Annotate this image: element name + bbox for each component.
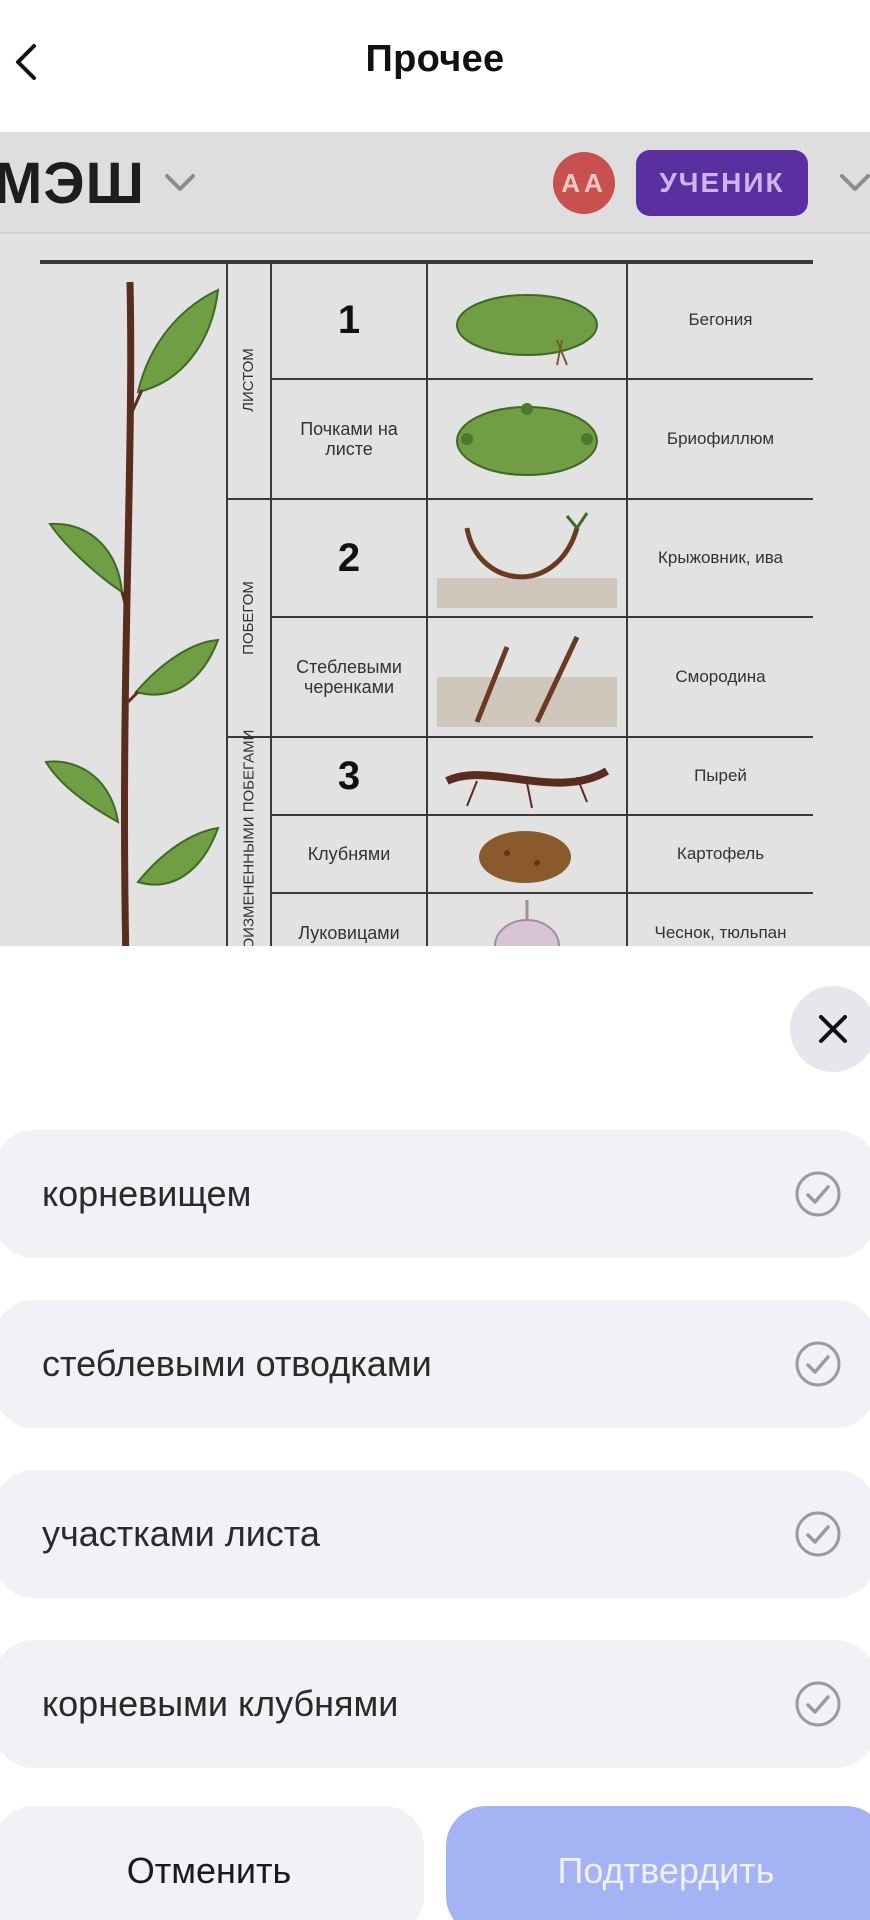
method-cell: Почками на листе [272,380,428,498]
table-row: 2 Крыжовник, ива [272,500,813,618]
brand-logo[interactable]: МЭШ [0,150,145,217]
stem-with-leaves-icon [44,281,220,946]
answer-option[interactable]: корневыми клубнями [0,1640,870,1768]
table-row: Почками на листе Бриофиллюм [272,380,813,498]
answer-option[interactable]: участками листа [0,1470,870,1598]
option-label: стеблевыми отводками [42,1343,432,1384]
plant-cell: Бриофиллюм [666,429,775,448]
chevron-down-icon[interactable] [163,172,197,194]
plant-cell: Чеснок, тюльпан [654,923,787,942]
avatar[interactable]: АА [553,152,615,214]
table-row: 1 Бегония [272,262,813,380]
method-cell: Клубнями [272,816,428,892]
method-cell: 3 [272,738,428,814]
method-cell: Стеблевыми черенками [272,618,428,736]
method-cell: 1 [272,262,428,378]
group-label: листом [240,348,257,412]
check-circle-icon[interactable] [794,1680,842,1728]
check-circle-icon[interactable] [794,1340,842,1388]
table-row: Луковицами Чеснок, тюльпан [272,894,813,946]
app-header: МЭШ АА УЧЕНИК [0,132,870,234]
plant-cell: Бегония [688,310,753,329]
close-button[interactable] [790,986,870,1072]
answer-sheet: корневищем стеблевыми отводками участкам… [0,946,870,1920]
web-content: МЭШ АА УЧЕНИК ЛИСТОМ 1 Бегония Почками н… [0,132,870,946]
plant-cell: Смородина [675,667,766,686]
layering-shoot-icon [428,500,628,616]
navbar: Прочее [0,0,870,132]
answer-option[interactable]: стеблевыми отводками [0,1300,870,1428]
role-badge[interactable]: УЧЕНИК [636,150,808,216]
check-circle-icon[interactable] [794,1170,842,1218]
option-label: корневыми клубнями [42,1683,399,1724]
group-leaf: листом 1 Бегония Почками на листе Бриофи… [228,262,813,500]
cancel-button[interactable]: Отменить [0,1806,424,1920]
page-title: Прочее [365,38,505,80]
rhizome-icon [428,738,628,814]
potato-tuber-icon [428,816,628,892]
begonia-leaf-icon [428,262,628,378]
option-label: участками листа [42,1513,320,1554]
group-modified-shoots: видоизмененными побегами 3 Пырей Клубням… [228,730,813,946]
plant-stem-illustration [42,262,228,946]
table-row: Клубнями Картофель [272,816,813,894]
confirm-button[interactable]: Подтвердить [446,1806,870,1920]
method-cell: Луковицами [272,894,428,946]
plant-cell: Пырей [694,766,747,785]
group-label: побегом [240,581,257,655]
group-label: видоизмененными побегами [240,729,258,946]
garlic-bulb-icon [428,894,628,946]
chevron-down-icon[interactable] [838,172,870,194]
answer-option[interactable]: корневищем [0,1130,870,1258]
cuttings-icon [428,618,628,736]
table-row: 3 Пырей [272,738,813,816]
close-icon [819,1015,847,1043]
option-label: корневищем [42,1173,252,1214]
group-shoot: побегом 2 Крыжовник, ива Стеблевыми чере… [228,500,813,738]
plant-cell: Крыжовник, ива [658,548,783,567]
check-circle-icon[interactable] [794,1510,842,1558]
bryophyllum-leaf-icon [428,380,628,498]
table-row: Стеблевыми черенками Смородина [272,618,813,736]
method-rows: листом 1 Бегония Почками на листе Бриофи… [228,262,813,946]
reproduction-table: листом 1 Бегония Почками на листе Бриофи… [40,260,813,946]
method-cell: 2 [272,500,428,616]
plant-cell: Картофель [676,844,765,863]
